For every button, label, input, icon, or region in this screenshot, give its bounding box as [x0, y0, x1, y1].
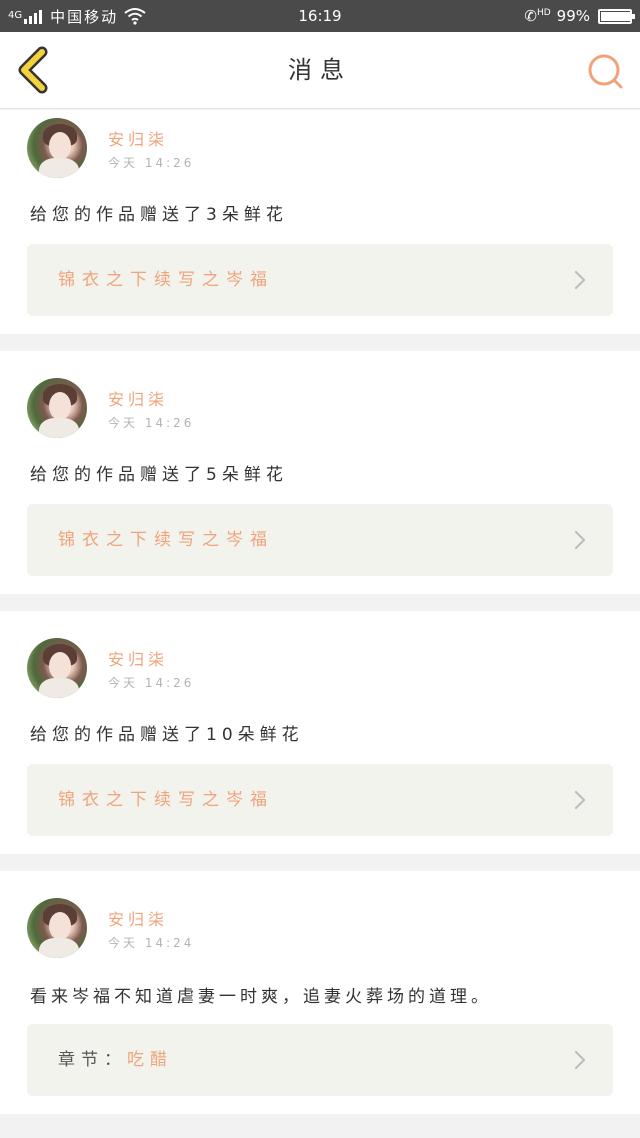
work-link-title: 锦衣之下续写之岑福: [58, 530, 274, 550]
battery-percent: 99%: [556, 7, 590, 25]
avatar-face: [49, 392, 71, 420]
avatar[interactable]: [27, 118, 87, 178]
status-right: ✆HD 99%: [524, 0, 635, 32]
chevron-right-icon: [574, 790, 586, 810]
message-card: 安归柒 今天 14:26 给您的作品赠送了10朵鲜花 锦衣之下续写之岑福: [0, 611, 640, 854]
message-card: 安归柒 今天 14:24 看来岑福不知道虐妻一时爽，追妻火葬场的道理。 章节：吃…: [0, 871, 640, 1114]
message-card: 安归柒 今天 14:26 给您的作品赠送了3朵鲜花 锦衣之下续写之岑福: [0, 110, 640, 334]
avatar[interactable]: [27, 898, 87, 958]
battery-icon: [598, 8, 635, 24]
work-link[interactable]: 锦衣之下续写之岑福: [27, 244, 613, 316]
work-link-title: 锦衣之下续写之岑福: [58, 790, 274, 810]
avatar-face: [49, 912, 71, 940]
username[interactable]: 安归柒: [108, 386, 168, 410]
avatar-body: [39, 158, 79, 178]
work-link[interactable]: 锦衣之下续写之岑福: [27, 504, 613, 576]
chevron-right-icon: [574, 270, 586, 290]
work-link-title: 锦衣之下续写之岑福: [58, 270, 274, 290]
chevron-right-icon: [574, 530, 586, 550]
message-text: 看来岑福不知道虐妻一时爽，追妻火葬场的道理。: [30, 987, 492, 1007]
avatar[interactable]: [27, 638, 87, 698]
avatar[interactable]: [27, 378, 87, 438]
chapter-label: 章节：: [58, 1050, 127, 1070]
avatar-body: [39, 678, 79, 698]
status-bar: 4G 中国移动 16:19 ✆HD 99%: [0, 0, 640, 32]
username[interactable]: 安归柒: [108, 646, 168, 670]
chapter-link[interactable]: 章节：吃醋: [27, 1024, 613, 1096]
avatar-face: [49, 652, 71, 680]
hd-label: HD: [536, 8, 551, 18]
nav-bar: 消息: [0, 32, 640, 109]
avatar-body: [39, 418, 79, 438]
chapter-title: 吃醋: [127, 1050, 173, 1070]
timestamp: 今天 14:26: [108, 416, 195, 430]
page-title: 消息: [288, 56, 352, 84]
search-icon[interactable]: [586, 52, 626, 92]
message-text: 给您的作品赠送了3朵鲜花: [30, 205, 288, 225]
timestamp: 今天 14:26: [108, 676, 195, 690]
hd-call-icon: ✆HD: [524, 7, 551, 25]
timestamp: 今天 14:24: [108, 936, 195, 950]
avatar-face: [49, 132, 71, 160]
message-text: 给您的作品赠送了5朵鲜花: [30, 465, 288, 485]
work-link[interactable]: 锦衣之下续写之岑福: [27, 764, 613, 836]
timestamp: 今天 14:26: [108, 156, 195, 170]
chevron-right-icon: [574, 1050, 586, 1070]
battery-level-fill: [601, 11, 631, 21]
chapter-link-text: 章节：吃醋: [58, 1024, 173, 1096]
avatar-body: [39, 938, 79, 958]
message-card: 安归柒 今天 14:26 给您的作品赠送了5朵鲜花 锦衣之下续写之岑福: [0, 351, 640, 594]
message-text: 给您的作品赠送了10朵鲜花: [30, 725, 304, 745]
username[interactable]: 安归柒: [108, 126, 168, 150]
username[interactable]: 安归柒: [108, 906, 168, 930]
